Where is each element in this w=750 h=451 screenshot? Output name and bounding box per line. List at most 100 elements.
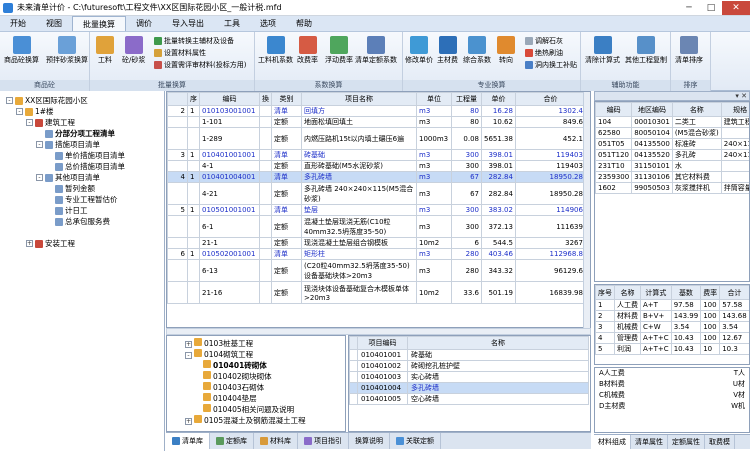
table-cell[interactable]: 00010301: [631, 116, 673, 128]
table-cell[interactable]: 18950.28: [514, 171, 586, 183]
table-cell[interactable]: 300: [451, 204, 482, 216]
collapse-icon[interactable]: -: [16, 108, 23, 115]
table-cell[interactable]: 300: [451, 215, 482, 238]
table-cell[interactable]: m3: [416, 149, 452, 161]
tree-node[interactable]: 暂列金额: [55, 183, 95, 194]
main-material-button[interactable]: 主材费: [437, 36, 458, 64]
table-cell[interactable]: [259, 204, 272, 216]
table-cell[interactable]: 16.28: [481, 105, 516, 117]
menu-help[interactable]: 帮助: [286, 16, 322, 31]
close-button[interactable]: ✕: [722, 0, 750, 15]
chapter-node[interactable]: 010405相关问题及说明: [203, 404, 294, 415]
table-cell[interactable]: [259, 248, 272, 260]
table-cell[interactable]: 119403: [514, 160, 586, 172]
library-row[interactable]: 010401005 空心砖墙: [349, 393, 589, 405]
mortar-convert-button[interactable]: 预拌砂浆换算: [46, 36, 88, 64]
table-cell[interactable]: (C20粒40mm32.5坍落度35-50)设备基础块体>20m3: [301, 259, 417, 282]
table-cell[interactable]: 143.68: [719, 310, 749, 322]
table-cell[interactable]: 280: [451, 259, 482, 282]
table-cell[interactable]: 111639: [514, 215, 586, 238]
table-cell[interactable]: 清单: [271, 149, 302, 161]
material-row[interactable]: 1602 99050503 灰浆搅拌机 拌筒容量: [595, 182, 749, 194]
table-cell[interactable]: 多孔砖墙: [301, 171, 417, 183]
lime-adjust-button[interactable]: 调解石灰: [525, 36, 563, 46]
table-cell[interactable]: m3: [416, 182, 452, 205]
table-cell[interactable]: 水: [671, 160, 722, 172]
table-cell[interactable]: 5651.38: [481, 127, 516, 150]
tab-material-library[interactable]: 材料库: [254, 433, 298, 449]
table-cell[interactable]: 定额: [271, 215, 302, 238]
table-cell[interactable]: m3: [416, 248, 452, 260]
tab-quota-library[interactable]: 定额库: [210, 433, 254, 449]
table-cell[interactable]: 010401001001: [199, 149, 260, 161]
table-cell[interactable]: 1: [187, 149, 200, 161]
maximize-button[interactable]: □: [700, 1, 722, 15]
tab-related-quota[interactable]: 关联定额: [390, 433, 441, 449]
table-cell[interactable]: 97.58: [670, 299, 702, 311]
table-cell[interactable]: 二类工: [671, 116, 722, 128]
collapse-icon[interactable]: -: [185, 352, 192, 359]
table-cell[interactable]: 849.6: [514, 116, 586, 128]
collapse-icon[interactable]: -: [36, 141, 43, 148]
table-cell[interactable]: 4-21: [199, 182, 260, 205]
tab-list-library[interactable]: 清单库: [166, 433, 210, 449]
material-row[interactable]: 051T12004135520多孔砖240×115: [595, 149, 749, 161]
fee-row[interactable]: 2材料费B+V+143.99100143.68CLFC: [595, 310, 749, 322]
tree-node[interactable]: - XX区国际花园小区: [6, 95, 88, 106]
tree-node[interactable]: 单价措施项目清单: [55, 150, 125, 161]
table-cell[interactable]: 定额: [271, 259, 302, 282]
tree-node[interactable]: 专业工程暂估价: [55, 194, 118, 205]
tree-node[interactable]: - 1#楼: [16, 106, 54, 117]
chapter-node[interactable]: 010402砌块砌体: [203, 371, 272, 382]
table-cell[interactable]: [259, 259, 272, 282]
table-cell[interactable]: A+T: [640, 299, 672, 311]
minimize-button[interactable]: ─: [678, 1, 700, 15]
table-cell[interactable]: 6: [167, 248, 188, 260]
table-cell[interactable]: 10.43: [670, 332, 702, 344]
list-sort-button[interactable]: 清单排序: [675, 36, 703, 64]
table-cell[interactable]: 010401001: [357, 349, 408, 361]
table-cell[interactable]: A+T+C: [640, 343, 672, 355]
table-cell[interactable]: [720, 127, 749, 139]
table-cell[interactable]: 空心砖墙: [407, 393, 589, 405]
table-cell[interactable]: 21-16: [199, 281, 260, 304]
table-cell[interactable]: 1-101: [199, 116, 260, 128]
table-cell[interactable]: 80050104: [631, 127, 673, 139]
table-cell[interactable]: [167, 259, 188, 282]
table-cell[interactable]: 501.19: [481, 281, 516, 304]
tree-node[interactable]: 计日工: [55, 205, 88, 216]
table-cell[interactable]: 31130106: [631, 171, 673, 183]
chapter-node[interactable]: 010403石砌体: [203, 382, 264, 393]
table-cell[interactable]: 砖砌挖孔桩护壁: [407, 360, 589, 372]
table-cell[interactable]: [187, 116, 200, 128]
table-cell[interactable]: 1602: [595, 182, 633, 194]
expand-icon[interactable]: +: [26, 240, 33, 247]
table-cell[interactable]: 矩形柱: [301, 248, 417, 260]
table-cell[interactable]: 多孔砖墙 240×240×115(M5混合砂浆): [301, 182, 417, 205]
table-cell[interactable]: 5: [595, 343, 615, 355]
table-cell[interactable]: 人工费: [614, 299, 641, 311]
table-cell[interactable]: 010501001001: [199, 204, 260, 216]
table-cell[interactable]: 112968.8: [514, 248, 586, 260]
material-row[interactable]: 231T10 31150101 水: [595, 160, 749, 172]
table-cell[interactable]: 16839.98: [514, 281, 586, 304]
table-cell[interactable]: 清单: [271, 171, 302, 183]
table-cell[interactable]: 建筑工程: [720, 116, 749, 128]
table-cell[interactable]: B+V+: [640, 310, 672, 322]
collapse-icon[interactable]: -: [26, 119, 33, 126]
table-row[interactable]: 6-13 定额 (C20粒40mm32.5坍落度35-50)设备基础块体>20m3 m…: [167, 259, 586, 282]
table-cell[interactable]: 010502001001: [199, 248, 260, 260]
table-cell[interactable]: C+W: [640, 321, 672, 333]
table-row[interactable]: 21-1 定额 现浇混凝土垫层组合钢模板 10m2 6 544.5 3267: [167, 237, 586, 249]
table-cell[interactable]: 定额: [271, 237, 302, 249]
table-cell[interactable]: 300: [451, 149, 482, 161]
table-cell[interactable]: 12.67: [719, 332, 749, 344]
table-cell[interactable]: [187, 259, 200, 282]
table-cell[interactable]: 3.54: [670, 321, 702, 333]
table-cell[interactable]: 其它材料费: [671, 171, 722, 183]
tab-fee-template[interactable]: 取费模: [705, 435, 735, 449]
table-cell[interactable]: [259, 116, 272, 128]
table-cell[interactable]: [167, 116, 188, 128]
turn-button[interactable]: 转向: [497, 36, 515, 64]
table-cell[interactable]: 定额: [271, 116, 302, 128]
